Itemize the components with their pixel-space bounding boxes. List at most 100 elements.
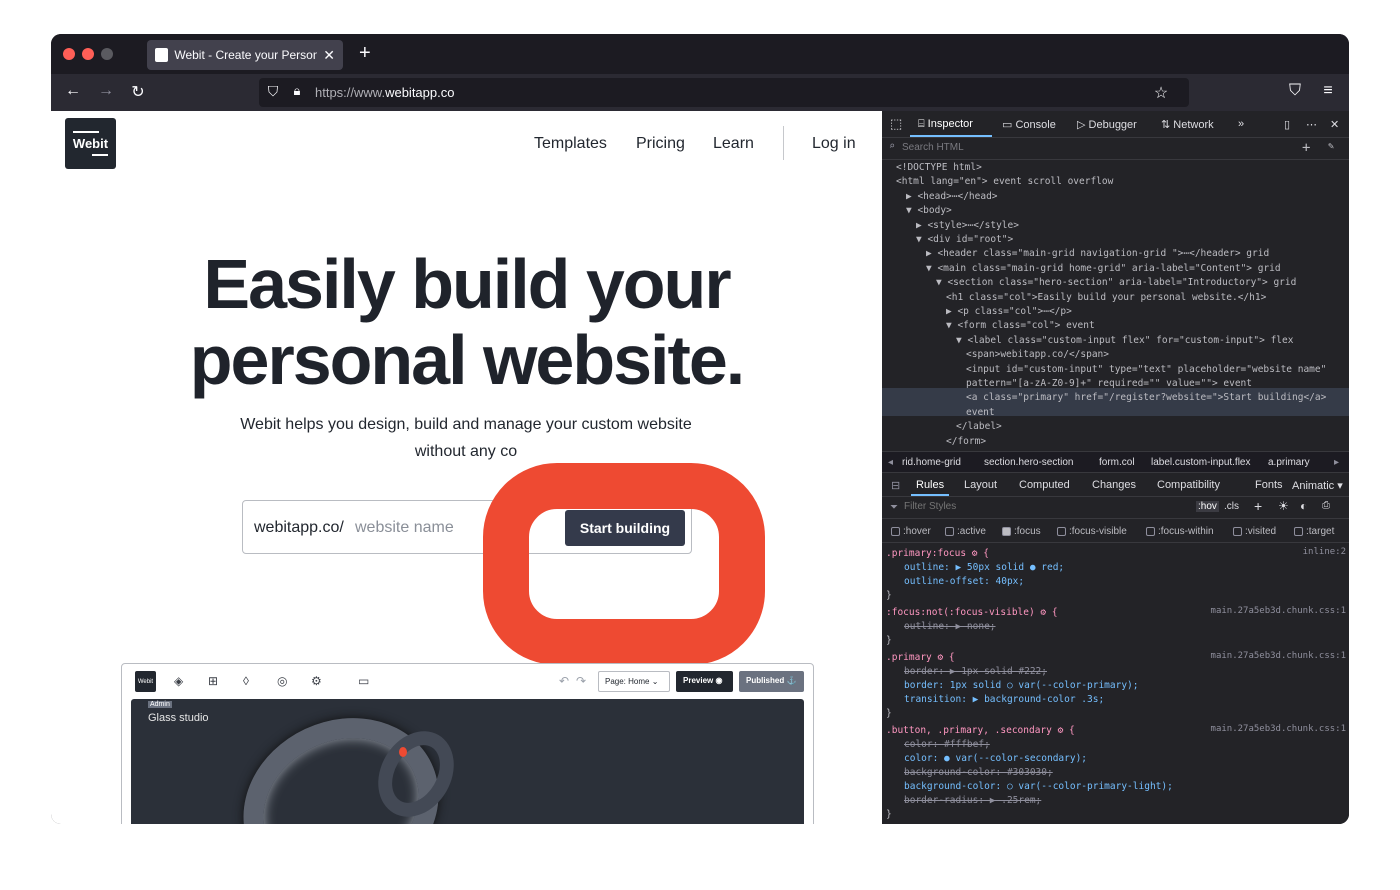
reload-icon[interactable]: ↻ xyxy=(128,82,148,102)
lock-icon[interactable]: 🔒︎ xyxy=(287,83,307,99)
markup-node-line[interactable]: ▼ <main class="main-grid home-grid" aria… xyxy=(926,262,1281,276)
css-declaration[interactable]: background-color: #303030; xyxy=(904,766,1053,779)
css-declaration[interactable]: color: ● var(--color-secondary); xyxy=(904,752,1087,765)
pseudo-focus-checkbox[interactable]: :focus xyxy=(1002,526,1041,537)
breadcrumb-item[interactable]: label.custom-input.flex xyxy=(1151,457,1251,468)
add-node-icon[interactable]: + xyxy=(1302,140,1310,156)
css-rule-selector[interactable]: .button, .primary, .secondary ⚙ { xyxy=(886,724,1075,737)
css-declaration[interactable]: color: #fffbef; xyxy=(904,738,990,751)
dark-scheme-icon[interactable]: ◐ xyxy=(1300,499,1307,513)
markup-node-line[interactable]: <input id="custom-input" type="text" pla… xyxy=(966,363,1326,377)
tab-layout[interactable]: Layout xyxy=(964,479,997,491)
markup-node-line[interactable]: ▼ <label class="custom-input flex" for="… xyxy=(956,334,1293,348)
css-rule-selector[interactable]: .primary ⚙ { xyxy=(886,651,955,664)
nav-link-templates[interactable]: Templates xyxy=(534,135,607,153)
element-picker-icon[interactable]: ⬚ xyxy=(890,116,902,132)
markup-node-line[interactable]: <a class="primary" href="/register?websi… xyxy=(966,391,1326,405)
css-declaration[interactable]: border: ▶ 1px solid #222; xyxy=(904,665,1047,678)
markup-node-line[interactable]: pattern="[a-zA-Z0-9]+" required="" value… xyxy=(966,377,1252,391)
tab-fonts[interactable]: Fonts xyxy=(1255,479,1283,491)
nav-link-pricing[interactable]: Pricing xyxy=(636,135,685,153)
css-rule-source-link[interactable]: inline:2 xyxy=(1303,547,1346,557)
css-declaration[interactable]: transition: ▶ background-color .3s; xyxy=(904,693,1104,706)
menu-icon[interactable]: ≡ xyxy=(1318,82,1338,100)
nav-link-learn[interactable]: Learn xyxy=(713,135,754,153)
breadcrumb-item[interactable]: rid.home-grid xyxy=(902,457,961,468)
markup-node-line[interactable]: ▶ <head>⋯</head> xyxy=(906,190,998,204)
markup-node-line[interactable]: <span>webitapp.co/</span> xyxy=(966,348,1109,362)
tab-rules[interactable]: Rules xyxy=(916,479,944,491)
tab-computed[interactable]: Computed xyxy=(1019,479,1070,491)
close-tab-icon[interactable]: ✕ xyxy=(323,47,335,64)
breadcrumb-item[interactable]: a.primary xyxy=(1268,457,1310,468)
pseudo-hover-checkbox[interactable]: :hover xyxy=(891,526,931,537)
markup-node-line[interactable]: <html lang="en"> event scroll overflow xyxy=(896,175,1113,189)
css-declaration[interactable]: outline: ▶ none; xyxy=(904,620,996,633)
shield-icon[interactable]: ⛉ xyxy=(263,83,283,100)
markup-node-line[interactable]: ▶ <style>⋯</style> xyxy=(916,219,1019,233)
url-bar[interactable]: ⛉ 🔒︎ https://www.webitapp.co ☆ xyxy=(259,78,1189,107)
css-rule-selector[interactable]: .primary:focus ⚙ { xyxy=(886,547,989,560)
site-logo[interactable]: Webit xyxy=(65,118,116,169)
nav-link-login[interactable]: Log in xyxy=(812,135,856,153)
tab-inspector[interactable]: ⌸ Inspector xyxy=(918,118,973,131)
markup-node-line[interactable]: </label> xyxy=(956,420,1002,434)
pseudo-focus-visible-checkbox[interactable]: :focus-visible xyxy=(1057,526,1127,537)
breadcrumb-back-icon[interactable]: ◂ xyxy=(888,457,893,468)
light-scheme-icon[interactable]: ☀ xyxy=(1278,499,1289,513)
css-declaration[interactable]: border-radius: ▶ .25rem; xyxy=(904,794,1041,807)
toggle-sidebar-icon[interactable]: ⊟ xyxy=(891,479,900,492)
pocket-icon[interactable]: ⛉ xyxy=(1285,82,1305,100)
bookmark-star-icon[interactable]: ☆ xyxy=(1151,83,1171,103)
tab-compatibility[interactable]: Compatibility xyxy=(1157,479,1220,491)
new-tab-icon[interactable]: + xyxy=(359,42,371,65)
css-rule-source-link[interactable]: main.27a5eb3d.chunk.css:1 xyxy=(1211,724,1346,734)
more-tabs-icon[interactable]: » xyxy=(1238,118,1244,130)
add-rule-icon[interactable]: + xyxy=(1254,498,1262,514)
markup-node-line[interactable]: ▼ <body> xyxy=(906,204,952,218)
markup-node-line[interactable]: event xyxy=(966,406,995,420)
back-arrow-icon[interactable]: ← xyxy=(63,82,83,100)
tab-changes[interactable]: Changes xyxy=(1092,479,1136,491)
hover-states-toggle[interactable]: :hov xyxy=(1196,501,1219,512)
zoom-window-button[interactable] xyxy=(101,48,113,60)
css-declaration[interactable]: background-color: ○ var(--color-primary-… xyxy=(904,780,1173,793)
markup-node-line[interactable]: ▼ <form class="col"> event xyxy=(946,319,1095,333)
forward-arrow-icon[interactable]: → xyxy=(96,82,116,100)
tab-debugger[interactable]: ▷ Debugger xyxy=(1077,118,1137,131)
eyedropper-icon[interactable]: ✎ xyxy=(1328,141,1334,152)
css-declaration[interactable]: outline-offset: 40px; xyxy=(904,575,1024,588)
pseudo-visited-checkbox[interactable]: :visited xyxy=(1233,526,1276,537)
close-window-button[interactable] xyxy=(63,48,75,60)
search-html-input[interactable] xyxy=(902,142,1282,153)
css-declaration[interactable]: border: 1px solid ○ var(--color-primary)… xyxy=(904,679,1139,692)
dock-icon[interactable]: ▯ xyxy=(1284,118,1290,131)
css-declaration[interactable]: outline: ▶ 50px solid ● red; xyxy=(904,561,1064,574)
css-rule-source-link[interactable]: main.27a5eb3d.chunk.css:1 xyxy=(1211,651,1346,661)
css-rule-selector[interactable]: :focus:not(:focus-visible) ⚙ { xyxy=(886,606,1058,619)
markup-node-line[interactable]: <!DOCTYPE html> xyxy=(896,161,982,175)
breadcrumb-item[interactable]: section.hero-section xyxy=(984,457,1074,468)
print-media-icon[interactable]: ⎙ xyxy=(1322,500,1330,511)
close-devtools-icon[interactable]: ✕ xyxy=(1330,118,1339,131)
tab-console[interactable]: ▭ Console xyxy=(1002,118,1056,131)
filter-styles-input[interactable] xyxy=(904,501,1154,512)
pseudo-focus-within-checkbox[interactable]: :focus-within xyxy=(1146,526,1214,537)
breadcrumb-forward-icon[interactable]: ▸ xyxy=(1334,457,1339,468)
minimize-window-button[interactable] xyxy=(82,48,94,60)
markup-node-line[interactable]: ▶ <header class="main-grid navigation-gr… xyxy=(926,247,1269,261)
css-rule-source-link[interactable]: main.27a5eb3d.chunk.css:1 xyxy=(1211,606,1346,616)
markup-node-line[interactable]: ▼ <div id="root"> xyxy=(916,233,1013,247)
pseudo-target-checkbox[interactable]: :target xyxy=(1294,526,1334,537)
options-icon[interactable]: ⋯ xyxy=(1306,118,1317,131)
markup-node-line[interactable]: <h1 class="col">Easily build your person… xyxy=(946,291,1266,305)
markup-node-line[interactable]: ▼ <section class="hero-section" aria-lab… xyxy=(936,276,1296,290)
breadcrumb-item[interactable]: form.col xyxy=(1099,457,1135,468)
classes-toggle[interactable]: .cls xyxy=(1224,501,1239,512)
markup-node-line[interactable]: </form> xyxy=(946,435,986,449)
pseudo-active-checkbox[interactable]: :active xyxy=(945,526,986,537)
tab-animations[interactable]: Animatic ▾ xyxy=(1292,479,1343,492)
tab-network[interactable]: ⇅ Network xyxy=(1161,118,1214,131)
markup-node-line[interactable]: ▶ <p class="col">⋯</p> xyxy=(946,305,1072,319)
browser-tab[interactable]: Webit - Create your Personal We ✕ xyxy=(147,40,343,70)
